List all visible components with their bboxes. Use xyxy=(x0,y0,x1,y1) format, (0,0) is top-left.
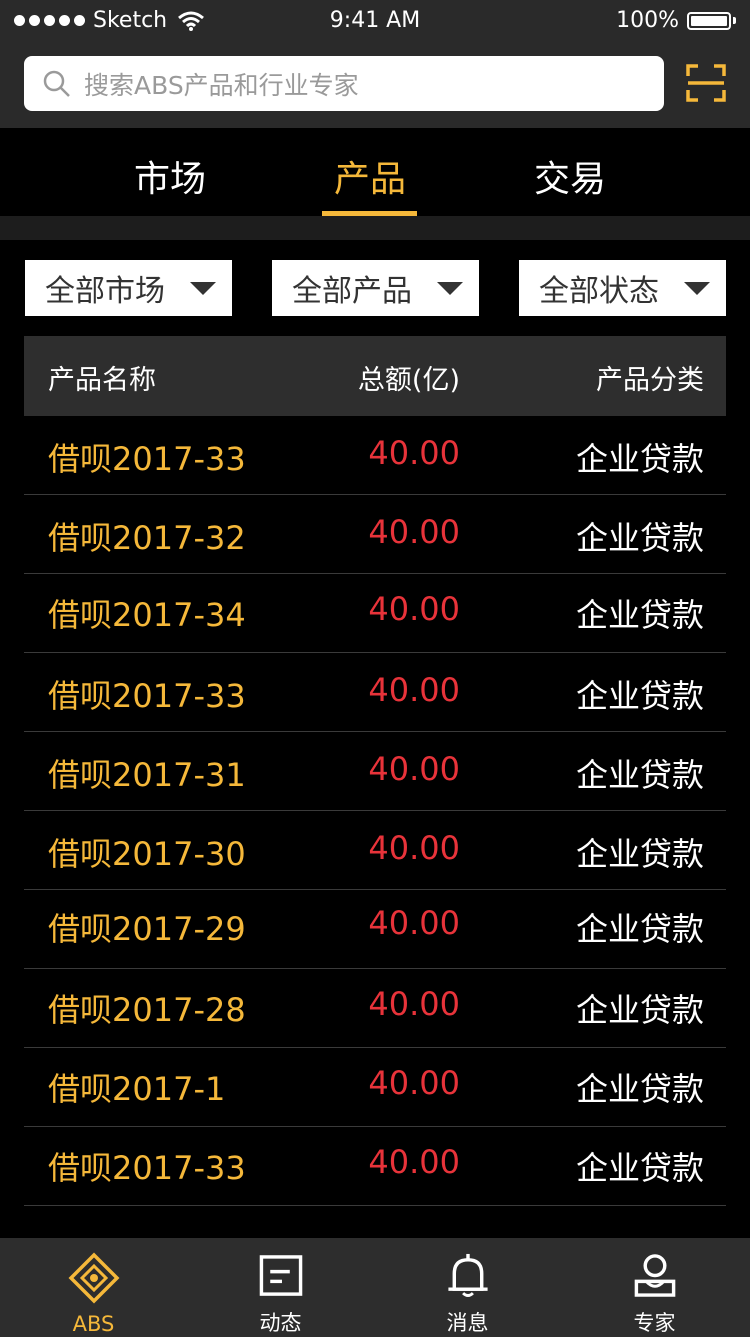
search-input[interactable]: 搜索ABS产品和行业专家 xyxy=(24,56,664,111)
row-amount: 40.00 xyxy=(368,1143,460,1181)
row-category: 企业贷款 xyxy=(575,596,704,634)
filter-market-label: 全部市场 xyxy=(45,274,165,309)
row-category: 企业贷款 xyxy=(575,1149,704,1187)
filter-status-dropdown[interactable]: 全部状态 xyxy=(519,260,726,316)
row-category: 企业贷款 xyxy=(575,910,704,948)
table-row[interactable]: 借呗2017-30 40.00 企业贷款 xyxy=(24,811,726,890)
status-right: 100% xyxy=(616,8,736,33)
status-bar: Sketch 9:41 AM 100% xyxy=(0,0,750,40)
row-category: 企业贷款 xyxy=(575,677,704,715)
row-amount: 40.00 xyxy=(368,904,460,942)
row-category: 企业贷款 xyxy=(575,835,704,873)
row-amount: 40.00 xyxy=(368,985,460,1023)
nav-label-messages: 消息 xyxy=(446,1311,489,1335)
filter-status-label: 全部状态 xyxy=(539,274,659,309)
header-product-category[interactable]: 产品分类 xyxy=(596,358,704,397)
scan-icon[interactable] xyxy=(686,64,726,102)
row-amount: 40.00 xyxy=(368,434,460,472)
filter-product-dropdown[interactable]: 全部产品 xyxy=(272,260,479,316)
tab-trade[interactable]: 交易 xyxy=(500,150,640,202)
table-row[interactable]: 借呗2017-32 40.00 企业贷款 xyxy=(24,495,726,574)
tab-bar: 市场 产品 交易 xyxy=(0,128,750,216)
nav-item-news[interactable]: 动态 xyxy=(187,1238,374,1337)
row-amount: 40.00 xyxy=(368,513,460,551)
table-row[interactable]: 借呗2017-28 40.00 企业贷款 xyxy=(24,969,726,1048)
table-row[interactable]: 借呗2017-29 40.00 企业贷款 xyxy=(24,890,726,969)
nav-label-news: 动态 xyxy=(259,1311,302,1335)
table-row[interactable]: 借呗2017-34 40.00 企业贷款 xyxy=(24,574,726,653)
header-total-amount[interactable]: 总额(亿) xyxy=(24,358,460,397)
bottom-nav-bar: ABS 动态 消息 专家 xyxy=(0,1238,750,1337)
tab-product[interactable]: 产品 xyxy=(300,150,440,202)
battery-icon xyxy=(687,11,731,30)
table-row[interactable]: 借呗2017-33 40.00 企业贷款 xyxy=(24,416,726,495)
caret-down-icon xyxy=(684,281,710,295)
nav-item-abs[interactable]: ABS xyxy=(0,1238,187,1337)
filter-product-label: 全部产品 xyxy=(292,274,412,309)
nav-label-experts: 专家 xyxy=(633,1311,676,1335)
row-category: 企业贷款 xyxy=(575,519,704,557)
search-icon xyxy=(43,70,70,97)
filter-market-dropdown[interactable]: 全部市场 xyxy=(25,260,232,316)
caret-down-icon xyxy=(190,281,216,295)
table-row[interactable]: 借呗2017-31 40.00 企业贷款 xyxy=(24,732,726,811)
caret-down-icon xyxy=(437,281,463,295)
table-row[interactable]: 借呗2017-33 40.00 企业贷款 xyxy=(24,1127,726,1206)
row-amount: 40.00 xyxy=(368,1064,460,1102)
row-amount: 40.00 xyxy=(368,590,460,628)
nav-item-experts[interactable]: 专家 xyxy=(561,1238,748,1337)
nav-label-abs: ABS xyxy=(72,1312,115,1336)
search-placeholder: 搜索ABS产品和行业专家 xyxy=(84,70,359,100)
row-amount: 40.00 xyxy=(368,750,460,788)
tab-market[interactable]: 市场 xyxy=(100,150,240,202)
row-category: 企业贷款 xyxy=(575,991,704,1029)
row-category: 企业贷款 xyxy=(575,440,704,478)
row-category: 企业贷款 xyxy=(575,1070,704,1108)
battery-percent: 100% xyxy=(616,8,679,33)
expert-icon xyxy=(634,1254,675,1297)
table-row[interactable]: 借呗2017-1 40.00 企业贷款 xyxy=(24,1048,726,1127)
section-divider xyxy=(0,216,750,240)
battery-cap xyxy=(733,17,736,24)
row-amount: 40.00 xyxy=(368,829,460,867)
table-header: 产品名称 总额(亿) 产品分类 xyxy=(24,336,726,416)
table-row[interactable]: 借呗2017-33 40.00 企业贷款 xyxy=(24,653,726,732)
row-category: 企业贷款 xyxy=(575,756,704,794)
nav-item-messages[interactable]: 消息 xyxy=(374,1238,561,1337)
abs-logo-icon xyxy=(68,1252,119,1304)
row-amount: 40.00 xyxy=(368,671,460,709)
news-icon xyxy=(259,1255,302,1296)
bell-icon xyxy=(447,1253,488,1298)
